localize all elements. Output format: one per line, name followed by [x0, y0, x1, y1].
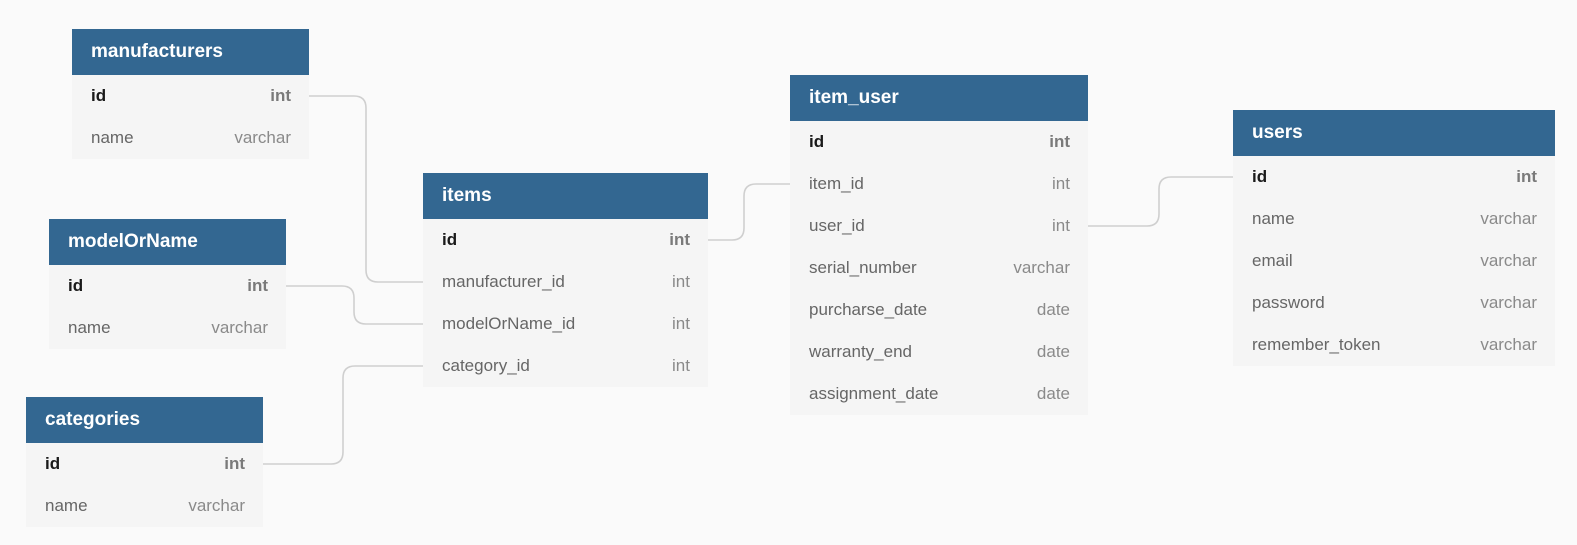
field-row[interactable]: id int [790, 121, 1088, 163]
field-name: name [1252, 209, 1295, 228]
field-type: int [270, 86, 291, 105]
field-name: name [45, 496, 88, 515]
field-type: int [224, 454, 245, 473]
field-row[interactable]: name varchar [1233, 198, 1555, 240]
table-users[interactable]: users id int name varchar email varchar passwor… [1233, 110, 1555, 366]
field-type: varchar [234, 128, 291, 147]
relation-line [263, 365, 423, 465]
field-row[interactable]: manufacturer_id int [423, 261, 708, 303]
field-row[interactable]: id int [72, 75, 309, 117]
field-name: purcharse_date [809, 300, 928, 319]
table-manufacturers[interactable]: manufacturers id int name varchar [72, 29, 309, 159]
field-row[interactable]: name varchar [72, 117, 309, 159]
field-type: int [669, 230, 690, 249]
field-row[interactable]: id int [26, 443, 263, 485]
field-row[interactable]: name varchar [26, 485, 263, 527]
field-type: varchar [211, 318, 268, 337]
field-name: warranty_end [809, 342, 913, 361]
field-type: int [1049, 132, 1070, 151]
table-header[interactable]: manufacturers [72, 29, 309, 75]
field-type: varchar [1013, 258, 1070, 277]
field-type: int [1516, 167, 1537, 186]
field-name: remember_token [1252, 335, 1381, 354]
field-row[interactable]: modelOrName_id int [423, 303, 708, 345]
field-name: id [1252, 167, 1268, 186]
field-type: date [1036, 300, 1070, 319]
relation-line [286, 285, 423, 325]
table-header[interactable]: items [423, 173, 708, 219]
table-modelOrName[interactable]: modelOrName id int name varchar [49, 219, 286, 349]
field-type: int [1052, 174, 1070, 193]
field-type: date [1036, 384, 1070, 403]
field-type: int [247, 276, 268, 295]
field-row[interactable]: email varchar [1233, 240, 1555, 282]
field-name: id [68, 276, 84, 295]
table-header[interactable]: categories [26, 397, 263, 443]
field-type: int [672, 272, 690, 291]
field-name: name [68, 318, 111, 337]
field-row[interactable]: user_id int [790, 205, 1088, 247]
field-type: int [1052, 216, 1070, 235]
field-row[interactable]: remember_token varchar [1233, 324, 1555, 366]
field-row[interactable]: assignment_date date [790, 373, 1088, 415]
field-type: varchar [1480, 209, 1537, 228]
field-name: user_id [809, 216, 865, 235]
table-header[interactable]: users [1233, 110, 1555, 156]
field-name: id [45, 454, 61, 473]
field-name: category_id [442, 356, 530, 375]
field-name: password [1252, 293, 1325, 312]
field-name: id [442, 230, 458, 249]
relation-line [1088, 176, 1233, 227]
field-name: modelOrName_id [442, 314, 576, 333]
field-name: email [1252, 251, 1293, 270]
field-row[interactable]: item_id int [790, 163, 1088, 205]
field-type: varchar [1480, 293, 1537, 312]
field-type: date [1036, 342, 1070, 361]
field-name: assignment_date [809, 384, 939, 403]
field-row[interactable]: purcharse_date date [790, 289, 1088, 331]
field-row[interactable]: id int [49, 265, 286, 307]
field-name: manufacturer_id [442, 272, 565, 291]
relation-line [309, 95, 423, 283]
field-name: name [91, 128, 134, 147]
field-name: serial_number [809, 258, 917, 277]
relation-line [708, 183, 790, 241]
field-row[interactable]: id int [423, 219, 708, 261]
field-row[interactable]: name varchar [49, 307, 286, 349]
table-items[interactable]: items id int manufacturer_id int modelOrName_… [423, 173, 708, 387]
field-type: int [672, 356, 690, 375]
table-categories[interactable]: categories id int name varchar [26, 397, 263, 527]
table-item_user[interactable]: item_user id int item_id int user_id int serial… [790, 75, 1088, 415]
field-type: int [672, 314, 690, 333]
table-header[interactable]: item_user [790, 75, 1088, 121]
field-row[interactable]: password varchar [1233, 282, 1555, 324]
field-type: varchar [188, 496, 245, 515]
diagram-canvas: manufacturers id int name varchar modelOrName… [0, 0, 1577, 545]
field-type: varchar [1480, 251, 1537, 270]
field-name: id [809, 132, 825, 151]
field-name: id [91, 86, 107, 105]
field-row[interactable]: category_id int [423, 345, 708, 387]
table-header[interactable]: modelOrName [49, 219, 286, 265]
field-row[interactable]: serial_number varchar [790, 247, 1088, 289]
field-row[interactable]: id int [1233, 156, 1555, 198]
field-name: item_id [809, 174, 864, 193]
field-row[interactable]: warranty_end date [790, 331, 1088, 373]
field-type: varchar [1480, 335, 1537, 354]
